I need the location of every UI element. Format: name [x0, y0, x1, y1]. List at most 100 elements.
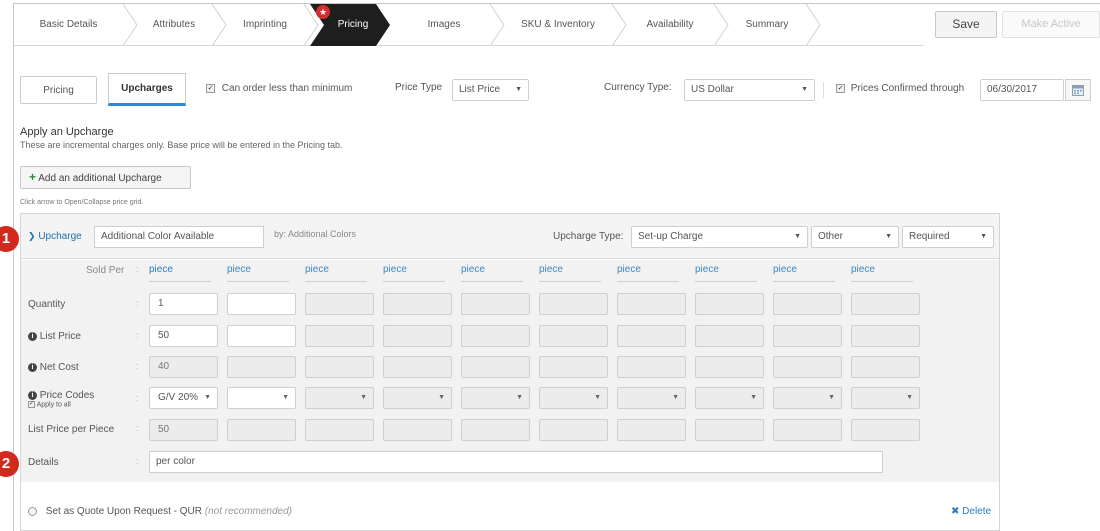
- tab-upcharges[interactable]: Upcharges: [108, 73, 186, 106]
- sold-per-underline: [539, 281, 601, 282]
- list-price-per-piece-cell: [383, 419, 452, 441]
- step-attributes[interactable]: Attributes: [132, 4, 216, 46]
- calendar-button[interactable]: [1065, 79, 1091, 101]
- caret-down-icon: ▼: [516, 394, 523, 401]
- quantity-cell: [305, 293, 374, 315]
- wizard-steps: Basic Details Attributes Imprinting Pric…: [14, 4, 924, 46]
- currency-value: US Dollar: [691, 84, 734, 95]
- qur-option[interactable]: Set as Quote Upon Request - QUR (not rec…: [28, 506, 292, 517]
- list-price-cell: [851, 325, 920, 347]
- list-price-per-piece-cell: [227, 419, 296, 441]
- step-availability[interactable]: Availability: [622, 4, 718, 46]
- caret-down-icon: ▼: [828, 394, 835, 401]
- can-order-less-checkbox[interactable]: ✓: [206, 83, 215, 93]
- save-button[interactable]: Save: [935, 11, 997, 38]
- price-code-select[interactable]: ▼: [305, 387, 374, 409]
- sold-per-4[interactable]: piece: [383, 264, 407, 275]
- upcharge-name-value: Additional Color Available: [101, 231, 215, 242]
- price-code-select[interactable]: ▼: [539, 387, 608, 409]
- step-summary[interactable]: Summary: [724, 4, 810, 46]
- upcharge-toggle[interactable]: ❯ Upcharge: [28, 231, 82, 242]
- list-price-per-piece-cell: [851, 419, 920, 441]
- upcharge-other-select[interactable]: Other ▼: [811, 226, 899, 248]
- sold-per-3[interactable]: piece: [305, 264, 329, 275]
- caret-down-icon: ▼: [594, 394, 601, 401]
- price-type-select[interactable]: List Price ▼: [452, 79, 529, 101]
- list-price-cell: [695, 325, 764, 347]
- quantity-cell: [461, 293, 530, 315]
- upcharge-label: Upcharge: [38, 231, 82, 242]
- currency-select[interactable]: US Dollar ▼: [684, 79, 815, 101]
- prices-confirmed-checkbox[interactable]: ✓: [836, 83, 845, 93]
- sold-per-6[interactable]: piece: [539, 264, 563, 275]
- tab-pricing[interactable]: Pricing: [20, 76, 97, 104]
- add-upcharge-button[interactable]: + Add an additional Upcharge: [20, 166, 191, 189]
- quantity-cell[interactable]: [227, 293, 296, 315]
- qur-radio[interactable]: [28, 506, 37, 516]
- currency-type-label: Currency Type:: [604, 82, 672, 93]
- list-price-per-piece-cell: 50: [149, 419, 218, 441]
- net-cost-cell: [461, 356, 530, 378]
- chevron-down-icon: ❯: [28, 231, 36, 241]
- upcharge-by-label: by: Additional Colors: [274, 229, 357, 239]
- net-cost-cell-value: 40: [158, 361, 170, 372]
- prices-confirmed-date-input[interactable]: 06/30/2017: [980, 79, 1064, 101]
- prices-confirmed-option[interactable]: ✓ Prices Confirmed through: [836, 83, 964, 94]
- sold-per-underline: [695, 281, 757, 282]
- apply-to-all-checkbox[interactable]: ✓: [28, 401, 35, 408]
- sold-per-5[interactable]: piece: [461, 264, 485, 275]
- step-sku-inventory[interactable]: SKU & Inventory: [500, 4, 616, 46]
- caret-down-icon: ▼: [801, 86, 808, 93]
- details-input[interactable]: per color: [149, 451, 883, 473]
- quantity-cell[interactable]: 1: [149, 293, 218, 315]
- delete-button[interactable]: ✖ Delete: [951, 506, 991, 517]
- make-active-button[interactable]: Make Active: [1002, 11, 1100, 38]
- quantity-cell: [539, 293, 608, 315]
- apply-to-all-option[interactable]: ✓ Apply to all: [28, 401, 71, 408]
- quantity-cell: [851, 293, 920, 315]
- row-colon: :: [136, 393, 139, 403]
- price-code-select[interactable]: ▼: [383, 387, 452, 409]
- sold-per-9[interactable]: piece: [773, 264, 797, 275]
- price-code-select[interactable]: ▼: [461, 387, 530, 409]
- net-cost-label: i Net Cost: [28, 362, 79, 373]
- price-code-select[interactable]: ▼: [695, 387, 764, 409]
- net-cost-cell: [773, 356, 842, 378]
- list-price-cell[interactable]: [227, 325, 296, 347]
- sold-per-10[interactable]: piece: [851, 264, 875, 275]
- step-images[interactable]: Images: [394, 4, 494, 46]
- caret-down-icon: ▼: [282, 394, 289, 401]
- price-code-select[interactable]: ▼: [227, 387, 296, 409]
- list-price-cell: [773, 325, 842, 347]
- price-code-select[interactable]: G/V 20% ▼: [149, 387, 218, 409]
- can-order-less-option[interactable]: ✓ Can order less than minimum: [206, 83, 352, 94]
- sold-per-8[interactable]: piece: [695, 264, 719, 275]
- add-upcharge-label: Add an additional Upcharge: [38, 173, 162, 184]
- step-basic-details[interactable]: Basic Details: [14, 4, 123, 46]
- can-order-less-label: Can order less than minimum: [221, 83, 353, 94]
- price-code-select[interactable]: ▼: [773, 387, 842, 409]
- details-value: per color: [156, 456, 195, 467]
- sold-per-2[interactable]: piece: [227, 264, 251, 275]
- toolbar-divider: [823, 82, 824, 98]
- price-code-select[interactable]: ▼: [851, 387, 920, 409]
- list-price-label: i List Price: [28, 331, 81, 342]
- net-cost-cell: [227, 356, 296, 378]
- upcharge-type-label: Upcharge Type:: [553, 231, 624, 242]
- caret-down-icon: ▼: [980, 233, 987, 240]
- sold-per-7[interactable]: piece: [617, 264, 641, 275]
- row-colon: :: [136, 330, 139, 340]
- upcharge-required-select[interactable]: Required ▼: [902, 226, 994, 248]
- list-price-per-piece-cell: [539, 419, 608, 441]
- list-price-cell[interactable]: 50: [149, 325, 218, 347]
- delete-icon: ✖: [951, 506, 960, 517]
- list-price-per-piece-label: List Price per Piece: [28, 424, 115, 435]
- active-step-star-icon: ★: [316, 5, 330, 19]
- sold-per-1[interactable]: piece: [149, 264, 173, 275]
- price-code-select[interactable]: ▼: [617, 387, 686, 409]
- upcharge-type-select[interactable]: Set-up Charge ▼: [631, 226, 808, 248]
- upcharge-name-input[interactable]: Additional Color Available: [94, 226, 264, 248]
- apply-to-all-label: Apply to all: [36, 401, 71, 409]
- step-imprinting[interactable]: Imprinting: [222, 4, 308, 46]
- list-price-cell: [617, 325, 686, 347]
